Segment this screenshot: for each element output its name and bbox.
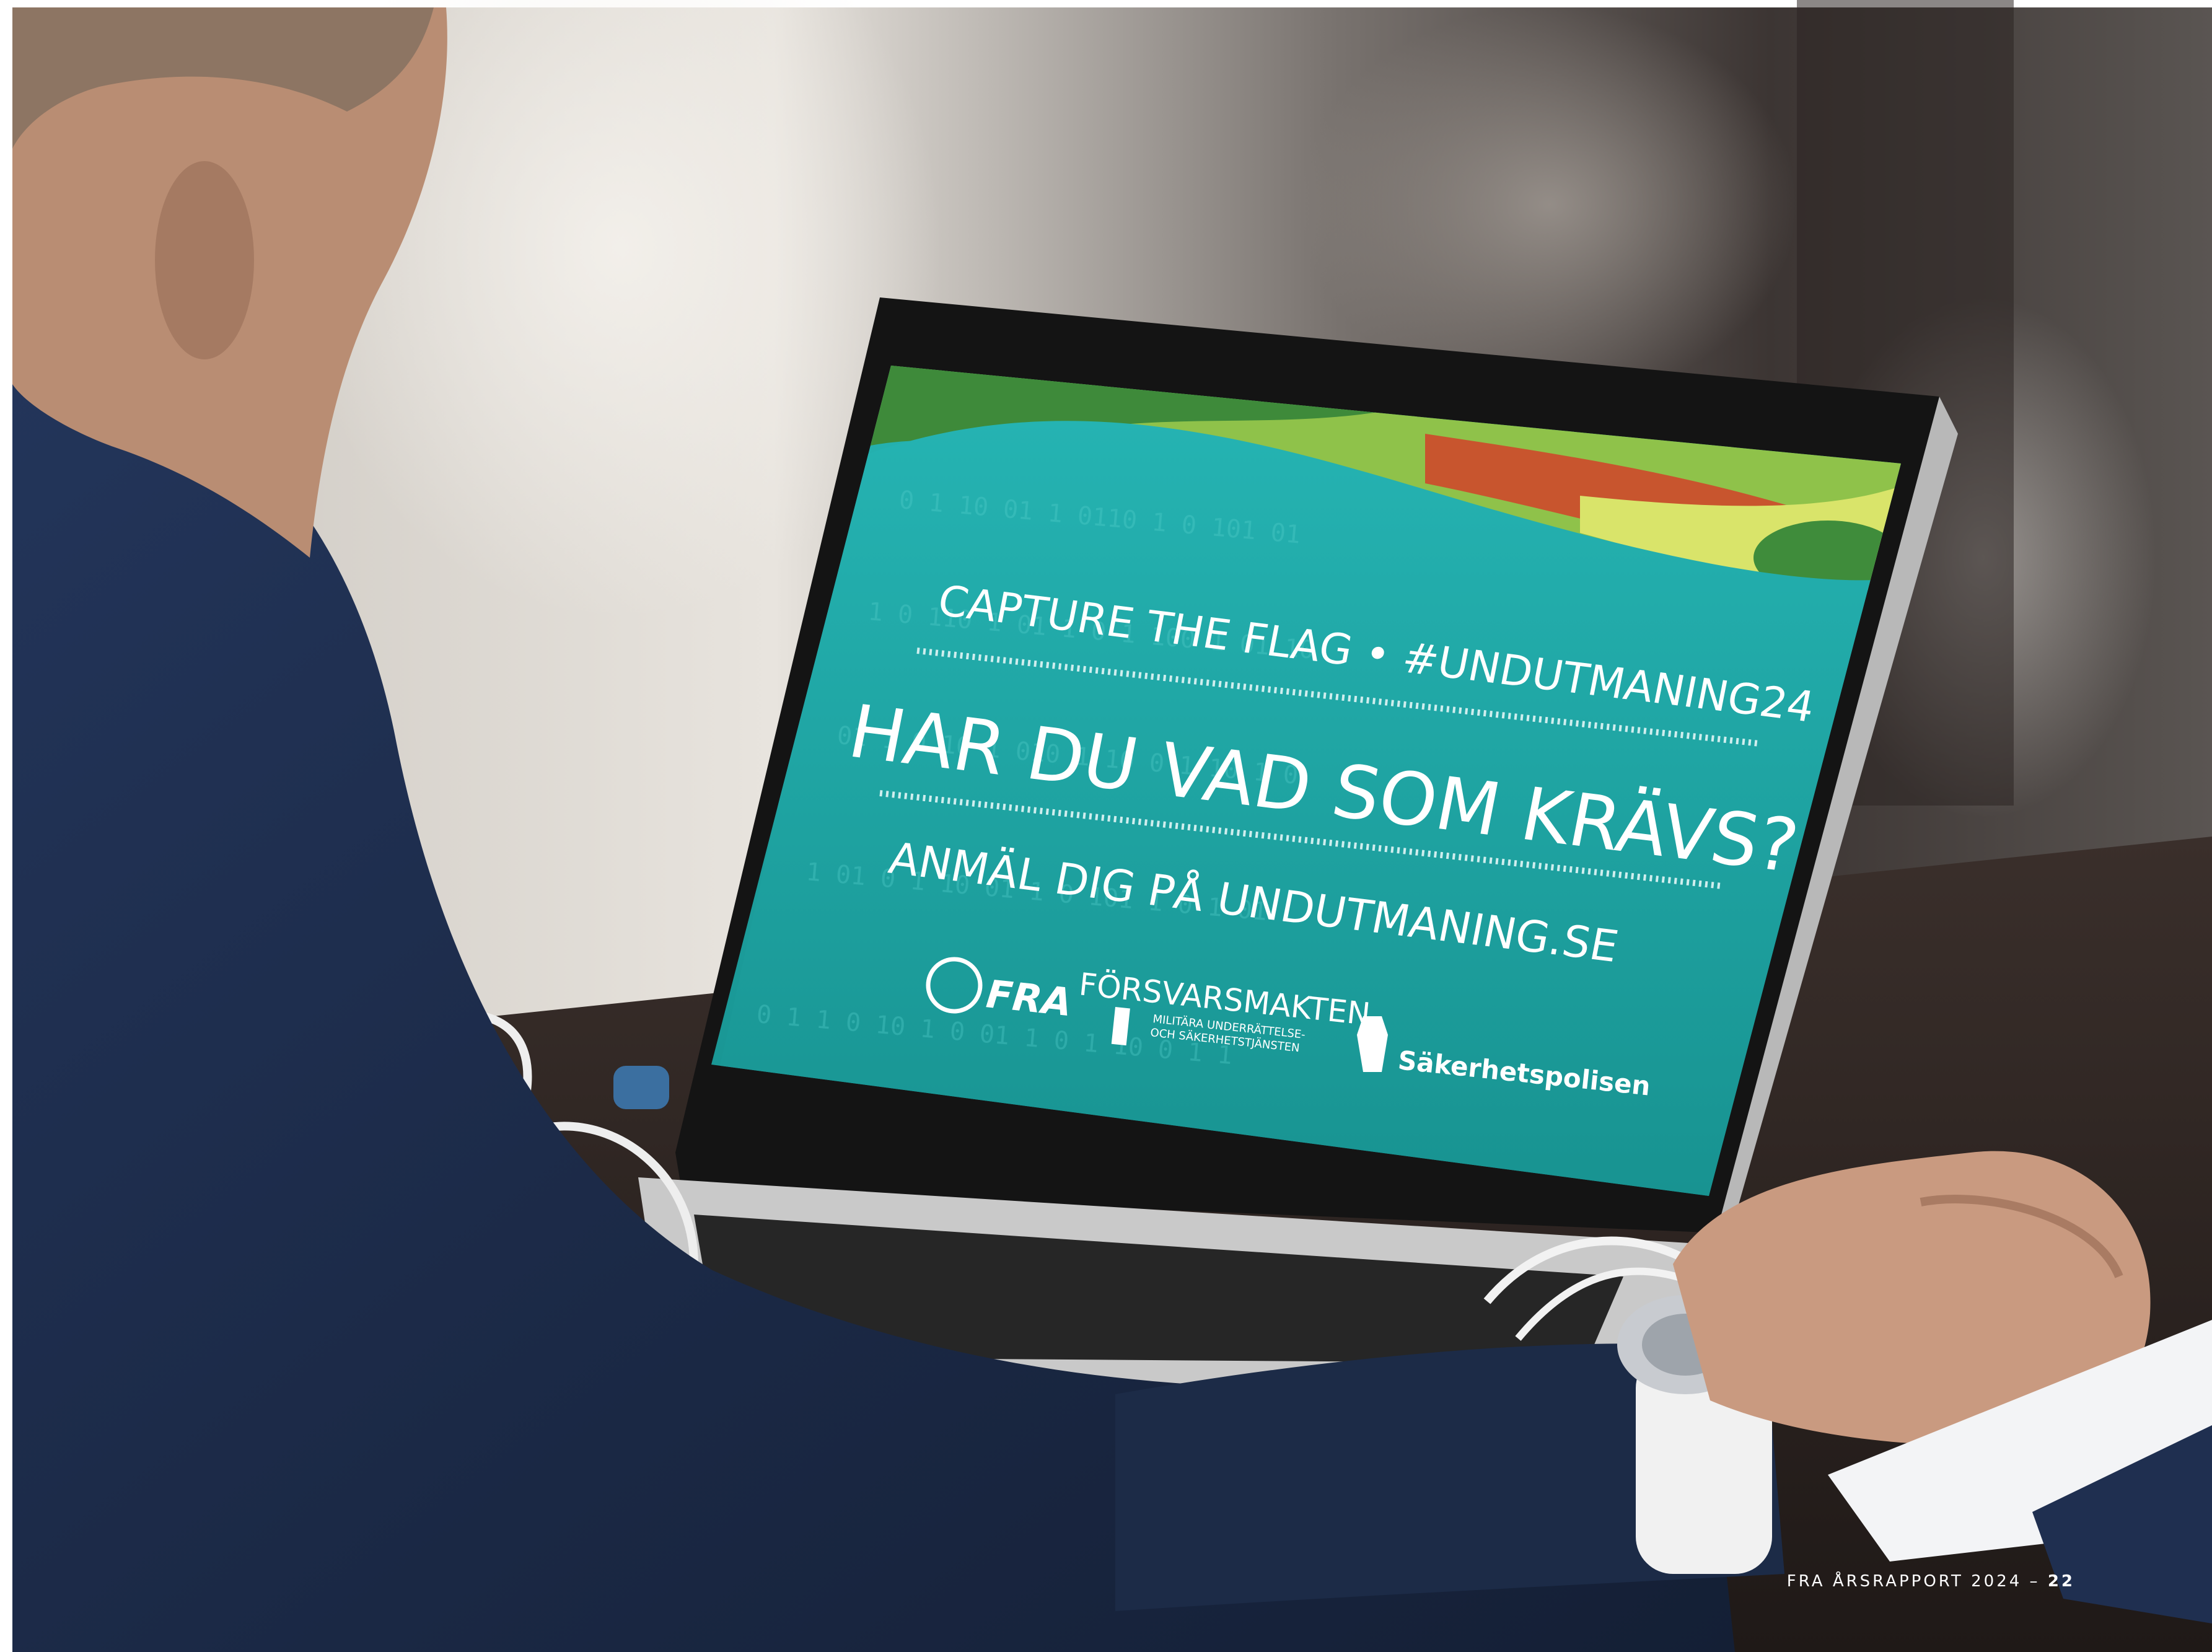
photo: 0 1 10 01 1 0110 1 0 101 01 1 0 110 1 01… [0, 0, 2212, 1652]
svg-text:FRA: FRA [984, 971, 1074, 1025]
page-number: 22 [2047, 1572, 2075, 1591]
report-title: FRA ÅRSRAPPORT 2024 – [1786, 1572, 2040, 1591]
page-footer: FRA ÅRSRAPPORT 2024 – 22 [1787, 1572, 2075, 1591]
